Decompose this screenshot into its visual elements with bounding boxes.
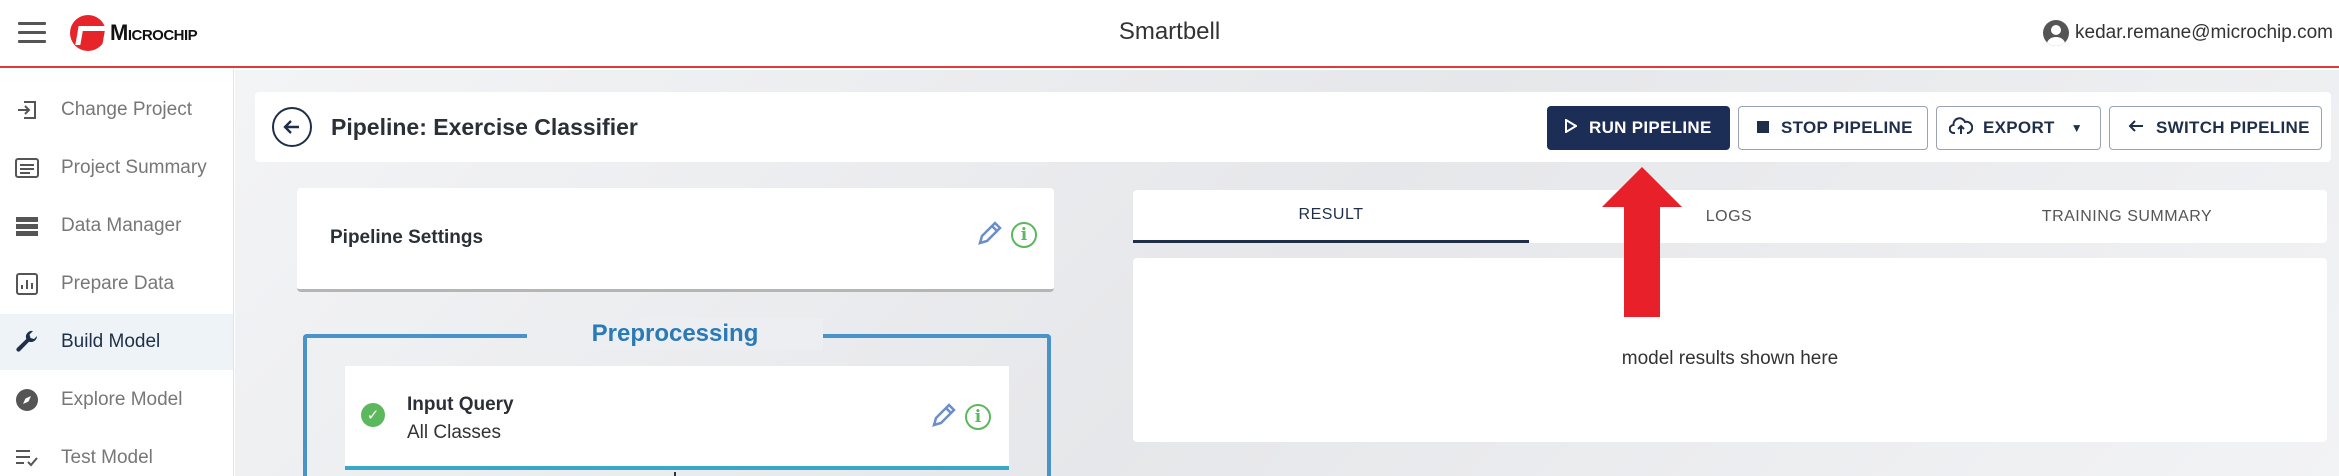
checklist-icon: [14, 445, 40, 471]
export-button[interactable]: EXPORT ▼: [1936, 106, 2101, 150]
app-title: Smartbell: [1118, 18, 1221, 45]
stop-pipeline-button[interactable]: STOP PIPELINE: [1738, 106, 1928, 150]
input-query-card[interactable]: ✓ Input Query All Classes i: [345, 366, 1009, 470]
sidebar-item-test-model[interactable]: Test Model: [0, 430, 233, 476]
results-panel: model results shown here: [1133, 258, 2327, 442]
sidebar-item-prepare-data[interactable]: Prepare Data: [0, 256, 233, 312]
stop-icon: [1757, 120, 1769, 137]
sidebar-item-label: Change Project: [61, 99, 192, 120]
run-pipeline-button[interactable]: RUN PIPELINE: [1547, 106, 1730, 150]
sidebar-item-project-summary[interactable]: Project Summary: [0, 140, 233, 196]
results-placeholder: model results shown here: [1621, 348, 1839, 369]
summary-icon: [14, 155, 40, 181]
page-title: Pipeline: Exercise Classifier: [331, 114, 638, 140]
sidebar-item-label: Prepare Data: [61, 273, 175, 294]
tab-result[interactable]: RESULT: [1133, 190, 1529, 243]
annotation-arrow-icon: [1602, 167, 1682, 317]
sidebar-item-label: Test Model: [61, 447, 153, 468]
results-tabs: RESULT LOGS TRAINING SUMMARY: [1133, 190, 2327, 243]
input-query-subtitle: All Classes: [407, 422, 501, 443]
check-circle-icon: ✓: [361, 403, 385, 427]
stop-pipeline-label: STOP PIPELINE: [1781, 118, 1913, 137]
wrench-icon: [14, 329, 40, 355]
sidebar-item-build-model[interactable]: Build Model: [0, 314, 233, 370]
storage-icon: [14, 213, 40, 239]
tab-training-summary[interactable]: TRAINING SUMMARY: [1929, 190, 2325, 243]
chart-icon: [14, 271, 40, 297]
sidebar-item-explore-model[interactable]: Explore Model: [0, 372, 233, 428]
switch-pipeline-button[interactable]: SWITCH PIPELINE: [2109, 106, 2322, 150]
pipeline-header: Pipeline: Exercise Classifier RUN PIPELI…: [255, 92, 2331, 162]
export-label: EXPORT: [1983, 118, 2055, 137]
user-account[interactable]: kedar.remane@microchip.com: [2043, 20, 2333, 46]
play-icon: [1565, 118, 1578, 137]
arrow-left-icon: [2128, 119, 2144, 137]
preprocessing-label: Preprocessing: [527, 318, 823, 350]
switch-pipeline-label: SWITCH PIPELINE: [2156, 118, 2310, 137]
info-icon[interactable]: i: [965, 404, 991, 430]
login-arrow-icon: [14, 97, 40, 123]
user-email: kedar.remane@microchip.com: [2075, 22, 2333, 43]
account-circle-icon: [2043, 20, 2070, 46]
top-app-bar: Microchip Smartbell kedar.remane@microch…: [0, 0, 2339, 68]
tab-logs[interactable]: LOGS: [1531, 190, 1927, 243]
sidebar-item-label: Data Manager: [61, 215, 182, 236]
arrow-left-icon: [283, 120, 299, 134]
sidebar-item-change-project[interactable]: Change Project: [0, 82, 233, 138]
compass-icon: [14, 387, 40, 413]
pencil-icon[interactable]: [977, 220, 1003, 253]
sidebar-item-label: Project Summary: [61, 157, 207, 178]
caret-down-icon: ▼: [2070, 121, 2083, 135]
info-icon[interactable]: i: [1011, 222, 1037, 248]
sidebar-item-data-manager[interactable]: Data Manager: [0, 198, 233, 254]
pencil-icon[interactable]: [931, 402, 957, 435]
input-query-title: Input Query: [407, 394, 514, 415]
sidebar-item-label: Explore Model: [61, 389, 183, 410]
pipeline-settings-title: Pipeline Settings: [330, 227, 484, 248]
pipeline-settings-card[interactable]: Pipeline Settings i: [297, 188, 1054, 292]
sidebar-item-label: Build Model: [61, 331, 161, 352]
main-content: Pipeline: Exercise Classifier RUN PIPELI…: [235, 70, 2339, 476]
pipeline-connector: [674, 472, 676, 476]
run-pipeline-label: RUN PIPELINE: [1589, 118, 1712, 137]
sidebar: Change Project Project Summary Data Mana…: [0, 70, 234, 476]
cloud-upload-icon: [1948, 117, 1974, 139]
back-button[interactable]: [272, 107, 312, 147]
